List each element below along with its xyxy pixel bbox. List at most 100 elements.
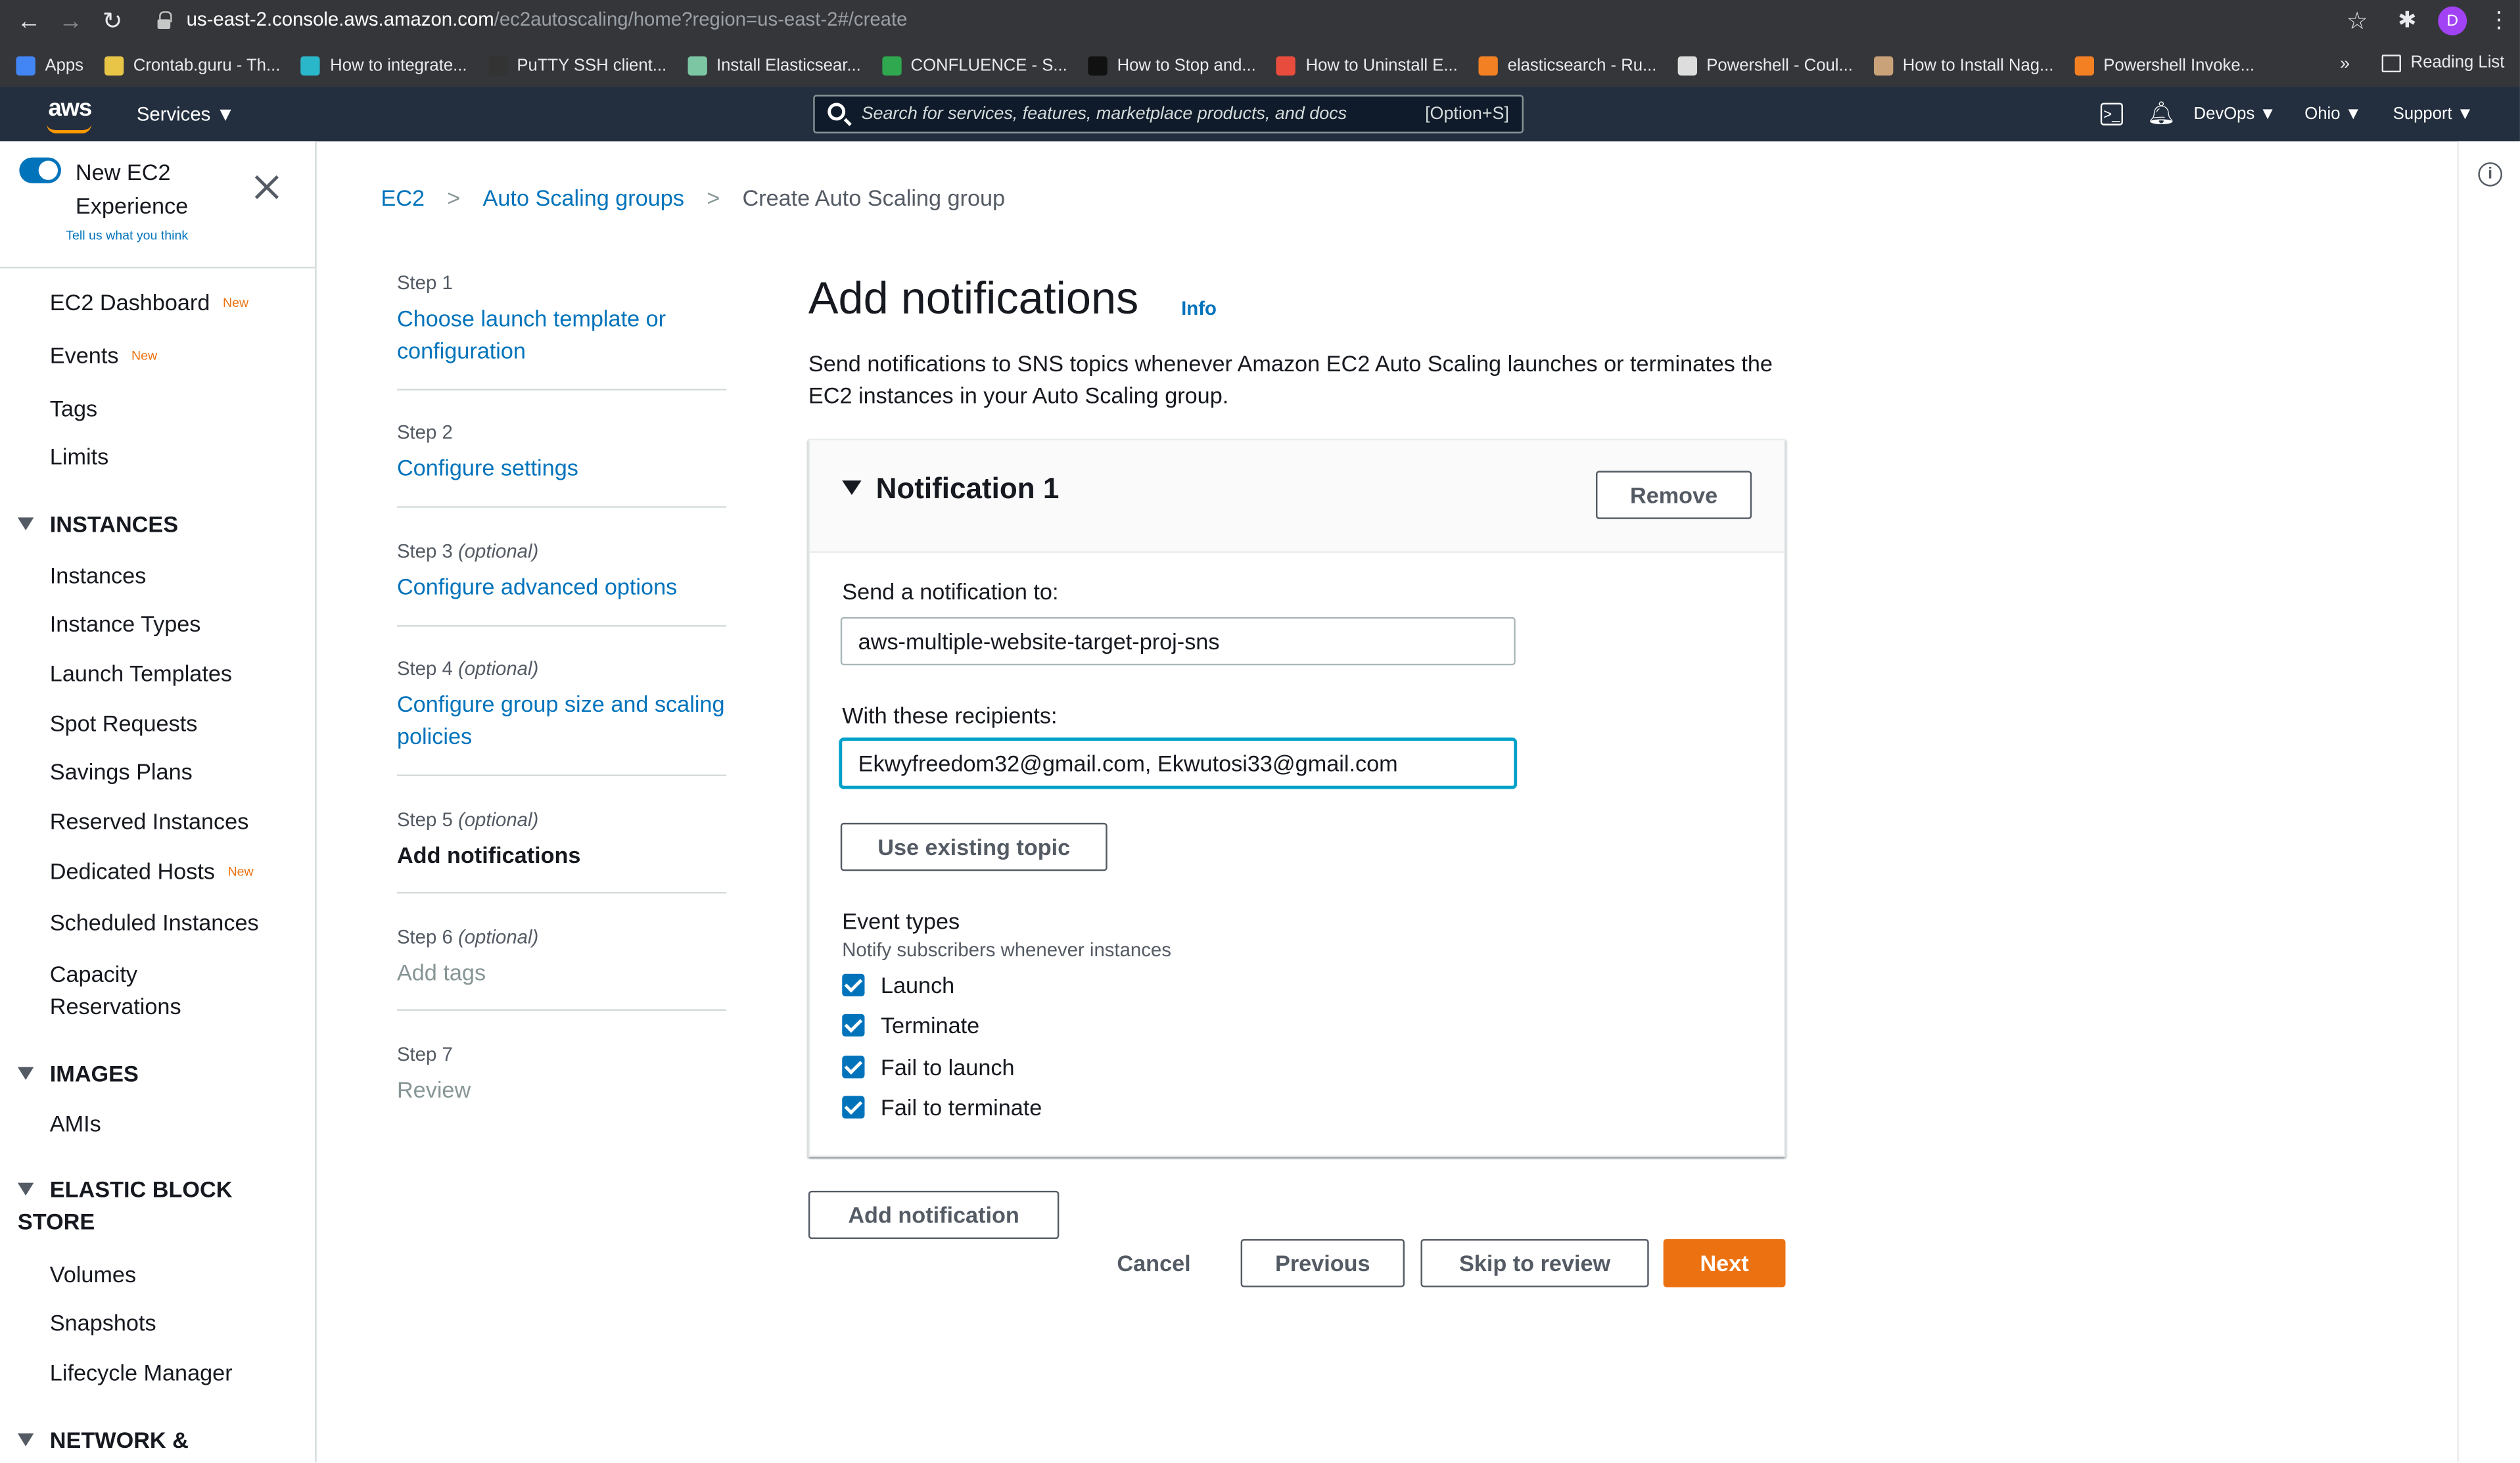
sidebar-item-savings-plans[interactable]: Savings Plans [50, 755, 193, 787]
sidebar-item-reserved-instances[interactable]: Reserved Instances [50, 805, 249, 837]
bookmark-label: Install Elasticsear... [716, 56, 861, 76]
skip-to-review-button[interactable]: Skip to review [1420, 1239, 1649, 1288]
sidebar-item-limits[interactable]: Limits [50, 440, 108, 473]
checkbox-terminate[interactable]: Terminate [842, 1012, 979, 1038]
extensions-icon[interactable]: ✱ [2398, 7, 2417, 34]
bookmark-item[interactable]: How to Stop and... [1088, 56, 1256, 76]
bookmark-item[interactable]: Powershell - Coul... [1677, 56, 1853, 76]
previous-button[interactable]: Previous [1240, 1239, 1405, 1288]
close-icon[interactable] [254, 174, 279, 199]
sidebar-item-spot-requests[interactable]: Spot Requests [50, 707, 198, 739]
account-menu[interactable]: DevOps ▼ [2194, 104, 2276, 124]
forward-arrow-icon[interactable]: → [50, 0, 92, 42]
remove-button[interactable]: Remove [1595, 471, 1752, 519]
cloudshell-icon[interactable]: >_ [2100, 103, 2123, 126]
breadcrumb: EC2 > Auto Scaling groups > Create Auto … [381, 185, 1005, 210]
sidebar-item-instance-types[interactable]: Instance Types [50, 607, 201, 639]
breadcrumb-asg[interactable]: Auto Scaling groups [483, 185, 684, 210]
checkbox-launch[interactable]: Launch [842, 972, 954, 998]
sns-topic-input[interactable]: aws-multiple-website-target-proj-sns [840, 616, 1516, 666]
region-menu[interactable]: Ohio ▼ [2304, 104, 2362, 124]
bookmark-item[interactable]: Powershell Invoke... [2074, 56, 2254, 76]
sidebar-item-launch-templates[interactable]: Launch Templates [50, 657, 232, 689]
sidebar-item-amis[interactable]: AMIs [50, 1107, 101, 1140]
sidebar-section-instances[interactable]: INSTANCES [17, 508, 178, 540]
wizard-step-1: Step 1 Choose launch template or configu… [397, 270, 726, 367]
sidebar-item-volumes[interactable]: Volumes [50, 1259, 136, 1291]
sidebar-item-tags[interactable]: Tags [50, 392, 97, 425]
info-icon[interactable]: i [2478, 162, 2503, 187]
back-arrow-icon[interactable]: ← [8, 0, 50, 42]
bookmark-label: How to Uninstall E... [1305, 56, 1458, 76]
support-menu[interactable]: Support ▼ [2393, 104, 2473, 124]
new-experience-toggle[interactable] [19, 157, 61, 183]
bookmark-item[interactable]: Apps [16, 56, 83, 76]
caret-down-icon [17, 1067, 34, 1080]
step-divider [396, 1009, 727, 1011]
search-icon [828, 103, 846, 121]
services-menu[interactable]: Services ▼ [137, 103, 235, 125]
feedback-link[interactable]: Tell us what you think [66, 228, 188, 243]
bookmark-favicon-icon [1677, 56, 1697, 76]
bookmark-item[interactable]: How to Install Nag... [1873, 56, 2053, 76]
sidebar-item-dedicated-hosts[interactable]: Dedicated Hosts New [50, 855, 254, 889]
bookmark-item[interactable]: elasticsearch - Ru... [1478, 56, 1656, 76]
address-bar[interactable]: us-east-2.console.aws.amazon.com/ec2auto… [187, 8, 908, 30]
sidebar-item-lifecycle-manager[interactable]: Lifecycle Manager [50, 1357, 233, 1389]
bookmark-star-icon[interactable]: ☆ [2346, 7, 2368, 35]
bookmark-item[interactable]: How to integrate... [301, 56, 467, 76]
breadcrumb-ec2[interactable]: EC2 [381, 185, 425, 210]
console-search-input[interactable]: Search for services, features, marketpla… [813, 95, 1524, 133]
step-divider [396, 625, 727, 627]
sidebar-section-images[interactable]: IMAGES [17, 1057, 139, 1090]
notifications-bell-icon[interactable]: 🔔︎ [2147, 100, 2176, 128]
notification-expander[interactable]: Notification 1 [842, 473, 1059, 506]
step-disabled: Add tags [396, 959, 486, 985]
step-number: Step 4 (optional) [396, 657, 539, 680]
url-host: us-east-2.console.aws.amazon.com [186, 8, 494, 31]
wizard-step-5: Step 5 (optional) Add notifications [397, 806, 726, 871]
step-link[interactable]: Choose launch template or configuration [397, 302, 726, 367]
breadcrumb-current: Create Auto Scaling group [742, 185, 1006, 211]
add-notification-button[interactable]: Add notification [808, 1190, 1060, 1240]
sidebar-item-instances[interactable]: Instances [50, 559, 147, 592]
sidebar-item-label: Events [49, 342, 119, 368]
checkbox-label: Fail to terminate [880, 1094, 1042, 1121]
bookmarks-more-icon[interactable]: » [2340, 55, 2350, 74]
step-link[interactable]: Configure group size and scaling policie… [397, 688, 726, 753]
sidebar-item-capacity-reservations[interactable]: Capacity Reservations [50, 958, 227, 1022]
sidebar-item-scheduled-instances[interactable]: Scheduled Instances [50, 906, 259, 939]
step-number: Step 3 (optional) [396, 540, 539, 563]
info-link[interactable]: Info [1181, 297, 1217, 319]
checkbox-fail-to-launch[interactable]: Fail to launch [842, 1054, 1015, 1080]
sidebar-section-ebs[interactable]: ELASTIC BLOCK STORE [17, 1173, 259, 1238]
checkbox-checked-icon [842, 1056, 865, 1079]
bookmark-item[interactable]: PuTTY SSH client... [488, 56, 666, 76]
sidebar-item-events[interactable]: Events New [50, 339, 157, 373]
bookmark-item[interactable]: Install Elasticsear... [687, 56, 861, 76]
caret-down-icon [17, 517, 34, 530]
sidebar-item-snapshots[interactable]: Snapshots [50, 1307, 156, 1339]
step-link[interactable]: Configure advanced options [397, 570, 726, 603]
reload-icon[interactable]: ↻ [91, 0, 133, 42]
cancel-button[interactable]: Cancel [1106, 1239, 1202, 1287]
event-types-description: Notify subscribers whenever instances [842, 938, 1171, 962]
bookmark-item[interactable]: CONFLUENCE - S... [881, 56, 1067, 76]
browser-menu-icon[interactable]: ⋮ [2488, 7, 2510, 34]
aws-logo[interactable]: aws [48, 95, 92, 122]
sidebar-section-network[interactable]: NETWORK & [17, 1424, 189, 1456]
new-experience-label: New EC2 Experience [75, 159, 189, 219]
recipients-input[interactable]: Ekwyfreedom32@gmail.com, Ekwutosi33@gmai… [840, 739, 1516, 788]
step-link[interactable]: Configure settings [397, 452, 726, 484]
bookmark-item[interactable]: Crontab.guru - Th... [104, 56, 280, 76]
checkbox-label: Fail to launch [880, 1054, 1015, 1080]
profile-avatar[interactable]: D [2438, 6, 2467, 35]
checkbox-fail-to-terminate[interactable]: Fail to terminate [842, 1094, 1042, 1120]
next-button[interactable]: Next [1663, 1239, 1786, 1288]
use-existing-topic-button[interactable]: Use existing topic [840, 822, 1108, 871]
sidebar-item-dashboard[interactable]: EC2 Dashboard New [50, 286, 248, 320]
bookmark-favicon-icon [1478, 56, 1498, 76]
bookmark-item[interactable]: How to Uninstall E... [1276, 56, 1458, 76]
bookmark-favicon-icon [881, 56, 901, 76]
reading-list-button[interactable]: Reading List [2381, 53, 2504, 72]
